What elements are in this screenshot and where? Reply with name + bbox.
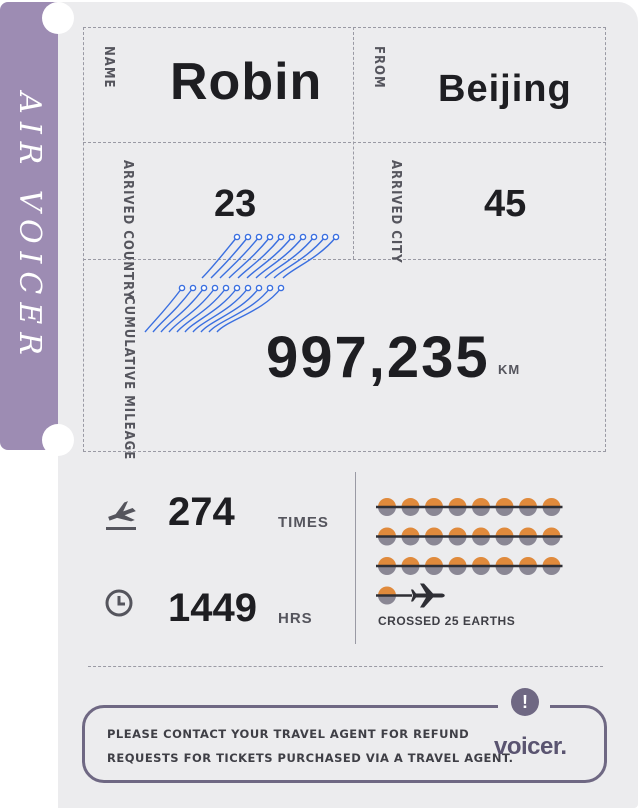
top-notch bbox=[42, 2, 74, 34]
bottom-notch bbox=[42, 424, 74, 456]
voicer-logo: voicer. bbox=[494, 733, 567, 760]
hours-unit: HRS bbox=[278, 610, 313, 627]
flight-path bbox=[255, 236, 304, 279]
earths-graphic bbox=[376, 498, 563, 608]
grid-divider-row1 bbox=[83, 142, 606, 143]
flight-path-dot bbox=[189, 284, 197, 292]
flight-path bbox=[282, 236, 337, 279]
flight-path-dot bbox=[288, 233, 296, 241]
earths-caption: CROSSED 25 EARTHS bbox=[378, 614, 516, 628]
flight-path-dot bbox=[332, 233, 340, 241]
flight-path-dot bbox=[277, 284, 285, 292]
flight-path bbox=[237, 236, 282, 279]
flights-count: 274 bbox=[168, 490, 235, 534]
mileage-value: 997,235 bbox=[266, 325, 490, 390]
grid-divider-vertical bbox=[353, 27, 354, 259]
flight-path-dot bbox=[255, 284, 263, 292]
from-label: FROM bbox=[371, 46, 386, 89]
flight-path-dot bbox=[178, 284, 186, 292]
hours-count: 1449 bbox=[168, 586, 257, 630]
airplane-icon bbox=[411, 583, 445, 608]
arrived-country-label: ARRIVED COUNTRY bbox=[120, 160, 135, 300]
notice-text: PLEASE CONTACT YOUR TRAVEL AGENT FOR REF… bbox=[107, 722, 514, 770]
arrived-city-value: 45 bbox=[484, 183, 527, 225]
flight-path-dot bbox=[277, 233, 285, 241]
flight-path-dot bbox=[255, 233, 263, 241]
flight-path bbox=[210, 236, 249, 279]
notice-line-1: PLEASE CONTACT YOUR TRAVEL AGENT FOR REF… bbox=[107, 727, 470, 741]
flight-path-dot bbox=[222, 284, 230, 292]
stub-title: AIR VOICER bbox=[11, 91, 47, 363]
exclamation-icon: ! bbox=[511, 688, 539, 716]
flight-path-dot bbox=[321, 233, 329, 241]
flight-path-dot bbox=[233, 284, 241, 292]
flight-path bbox=[184, 287, 238, 333]
name-label: NAME bbox=[101, 46, 116, 89]
flight-path-dot bbox=[244, 284, 252, 292]
origin-city: Beijing bbox=[438, 68, 572, 110]
flight-path-dot bbox=[266, 233, 274, 241]
flight-path-dot bbox=[233, 233, 241, 241]
flight-path-dot bbox=[266, 284, 274, 292]
arrived-country-value: 23 bbox=[214, 183, 257, 225]
ticket-stub: AIR VOICER bbox=[0, 2, 58, 450]
flight-path bbox=[201, 236, 238, 279]
stats-divider bbox=[355, 472, 356, 644]
flight-path-dot bbox=[244, 233, 252, 241]
airplane-icon bbox=[106, 501, 136, 530]
clock-icon bbox=[105, 589, 133, 617]
flight-path-dot bbox=[200, 284, 208, 292]
notice-line-2: REQUESTS FOR TICKETS PURCHASED VIA A TRA… bbox=[107, 751, 514, 765]
section-divider bbox=[88, 666, 603, 667]
flight-paths-graphic bbox=[144, 233, 340, 333]
flight-path bbox=[208, 287, 271, 333]
mileage-unit: KM bbox=[498, 362, 521, 377]
flight-path bbox=[152, 287, 194, 333]
mileage-label: CUMULATIVE MILEAGE bbox=[121, 296, 136, 461]
flight-path-dot bbox=[299, 233, 307, 241]
flight-path-dot bbox=[310, 233, 318, 241]
flight-path-dot bbox=[211, 284, 219, 292]
flight-path bbox=[160, 287, 205, 333]
flights-unit: TIMES bbox=[278, 514, 329, 531]
passenger-name: Robin bbox=[170, 53, 323, 111]
arrived-city-label: ARRIVED CITY bbox=[388, 160, 403, 264]
